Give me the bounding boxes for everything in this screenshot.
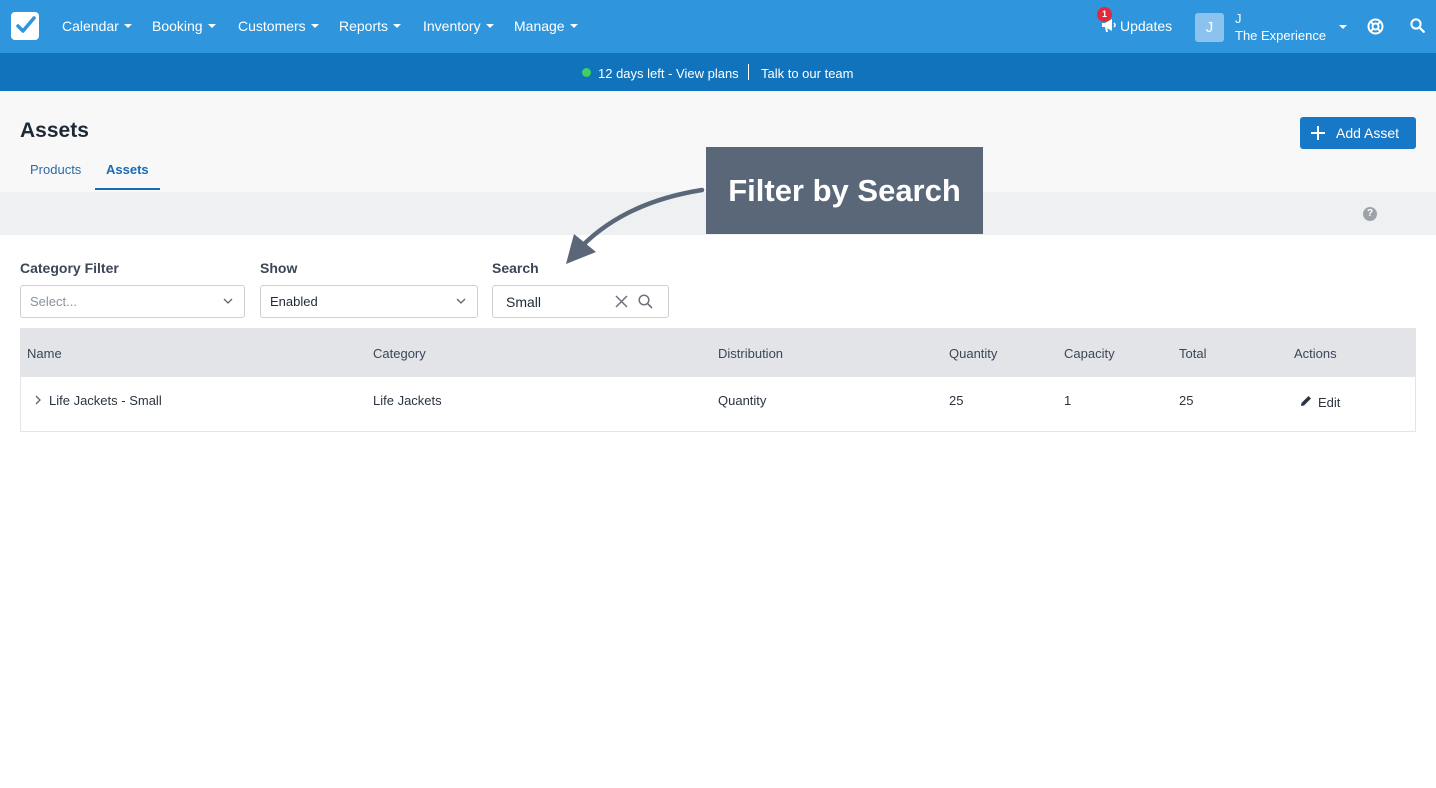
tab-products[interactable]: Products: [30, 162, 81, 177]
caret-down-icon: [569, 24, 578, 29]
lifebuoy-icon[interactable]: [1367, 18, 1384, 35]
callout-annotation: Filter by Search: [706, 147, 983, 234]
add-asset-button[interactable]: Add Asset: [1300, 117, 1416, 149]
cell-category: Life Jackets: [373, 393, 442, 408]
callout-arrow-icon: [566, 187, 705, 264]
user-avatar[interactable]: J: [1195, 13, 1224, 42]
column-header-total[interactable]: Total: [1179, 346, 1206, 361]
column-header-category[interactable]: Category: [373, 346, 426, 361]
caret-down-icon: [207, 24, 216, 29]
search-label: Search: [492, 260, 539, 276]
caret-down-icon: [123, 24, 132, 29]
nav-reports[interactable]: Reports: [339, 18, 402, 35]
nav-manage[interactable]: Manage: [514, 18, 578, 35]
nav-calendar[interactable]: Calendar: [62, 18, 132, 35]
table-row[interactable]: Life Jackets - Small Life Jackets Quanti…: [21, 377, 1415, 431]
category-filter-label: Category Filter: [20, 260, 119, 276]
cell-distribution: Quantity: [718, 393, 767, 408]
active-tab-indicator: [95, 188, 160, 190]
cell-capacity: 1: [1064, 393, 1072, 408]
show-filter-select[interactable]: Enabled: [260, 285, 478, 318]
banner-divider: [748, 64, 749, 80]
caret-down-icon: [393, 24, 402, 29]
talk-to-team-link[interactable]: Talk to our team: [761, 66, 854, 81]
nav-booking[interactable]: Booking: [152, 18, 216, 35]
assets-table: Name Category Distribution Quantity Capa…: [20, 328, 1416, 432]
category-filter-select[interactable]: Select...: [20, 285, 245, 318]
updates-label: Updates: [1120, 18, 1173, 34]
search-icon[interactable]: [638, 294, 653, 309]
checkbox-logo-icon[interactable]: [11, 12, 39, 40]
chevron-down-icon: [223, 298, 233, 304]
clear-search-icon[interactable]: [615, 295, 628, 308]
user-name[interactable]: J: [1235, 11, 1242, 26]
plus-icon: [1311, 126, 1325, 140]
edit-label: Edit: [1318, 395, 1341, 410]
trial-days-link[interactable]: 12 days left - View plans: [598, 66, 739, 81]
pencil-icon: [1301, 396, 1311, 406]
trial-banner: 12 days left - View plans Talk to our te…: [0, 53, 1436, 91]
caret-down-icon: [485, 24, 494, 29]
chevron-down-icon: [456, 298, 466, 304]
updates-count-badge: 1: [1097, 7, 1112, 22]
show-filter-label: Show: [260, 260, 298, 276]
column-header-actions: Actions: [1294, 346, 1337, 361]
status-dot-icon: [582, 68, 591, 77]
category-filter-value: Select...: [30, 294, 77, 309]
column-header-quantity[interactable]: Quantity: [949, 346, 997, 361]
nav-inventory[interactable]: Inventory: [423, 18, 494, 35]
cell-total: 25: [1179, 393, 1194, 408]
caret-down-icon: [310, 24, 319, 29]
show-filter-value: Enabled: [270, 294, 318, 309]
cell-name: Life Jackets - Small: [49, 393, 162, 408]
user-organization[interactable]: The Experience: [1235, 28, 1326, 43]
add-asset-label: Add Asset: [1336, 125, 1400, 141]
column-header-distribution[interactable]: Distribution: [718, 346, 783, 361]
tab-assets[interactable]: Assets: [106, 162, 149, 177]
column-header-capacity[interactable]: Capacity: [1064, 346, 1115, 361]
table-header: Name Category Distribution Quantity Capa…: [21, 329, 1415, 377]
search-box: [492, 285, 669, 318]
column-header-name[interactable]: Name: [27, 346, 62, 361]
chevron-right-icon[interactable]: [35, 395, 41, 405]
search-input[interactable]: [506, 294, 606, 310]
page-title: Assets: [20, 119, 89, 142]
top-navbar: Calendar Booking Customers Reports Inven…: [0, 0, 1436, 53]
nav-customers[interactable]: Customers: [238, 18, 319, 35]
search-icon[interactable]: [1410, 18, 1425, 33]
cell-quantity: 25: [949, 393, 964, 408]
user-menu-caret-icon[interactable]: [1339, 25, 1347, 29]
help-question-icon[interactable]: ?: [1363, 207, 1377, 221]
